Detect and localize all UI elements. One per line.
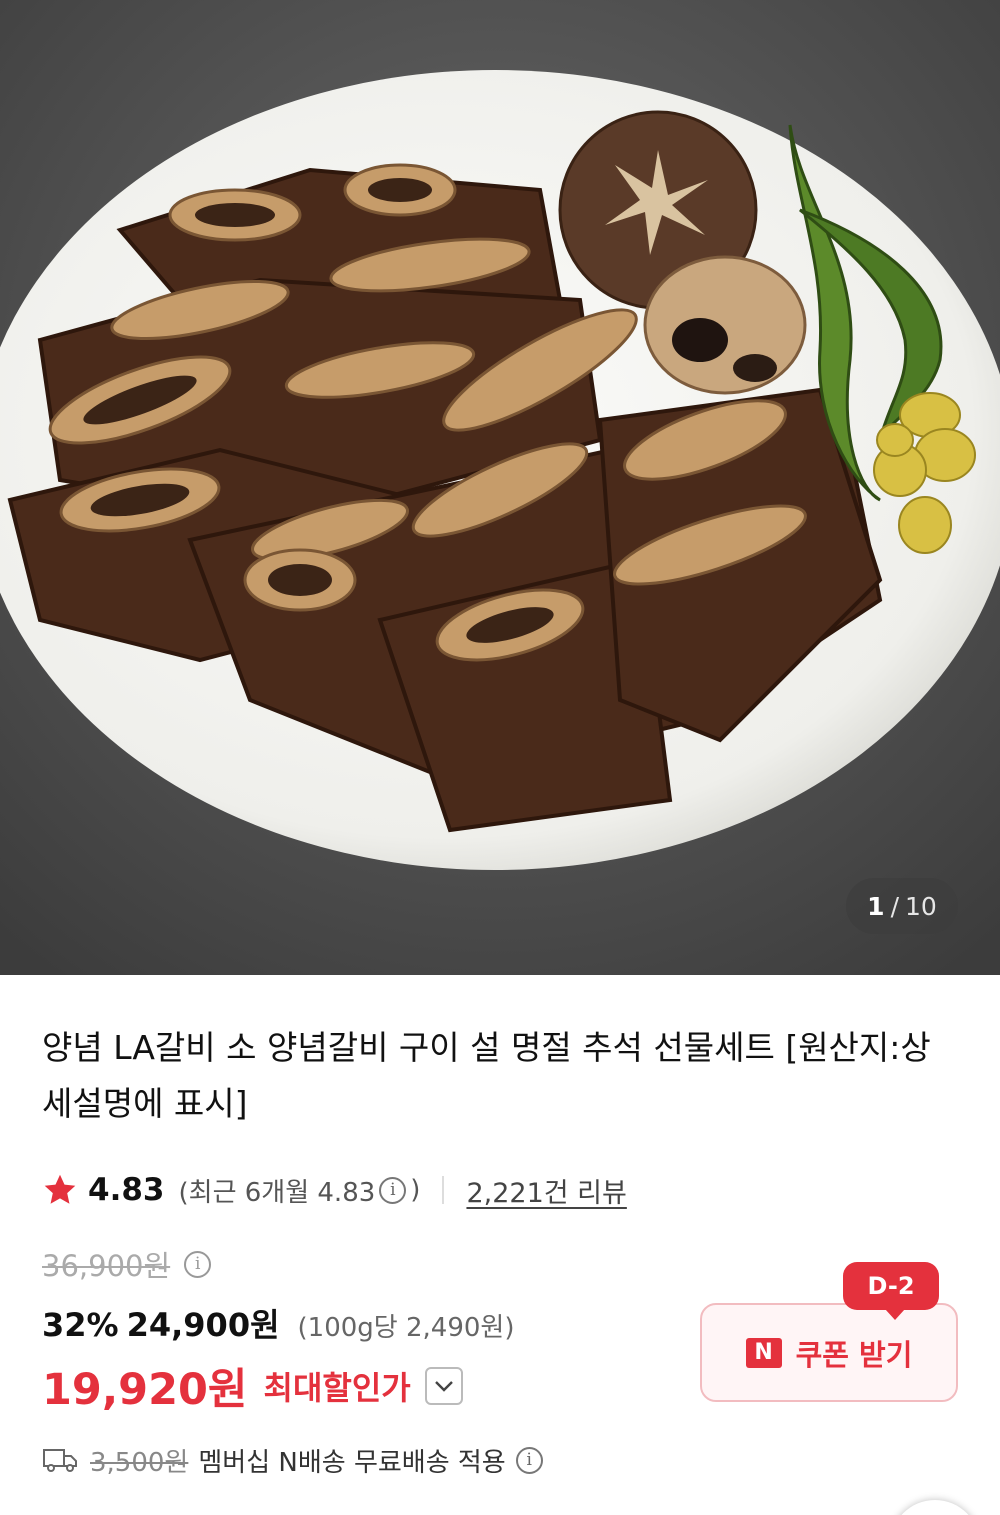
recent-rating-text: (최근 6개월 4.83 (178, 1177, 376, 1208)
truck-icon (43, 1449, 77, 1472)
discount-rate: 32% (42, 1306, 119, 1344)
shipping-fee: 3,500원 (90, 1447, 189, 1478)
shipping-text: 멤버십 N배송 무료배송 적용 (198, 1447, 506, 1478)
original-price-row: 36,900원 i (42, 1244, 215, 1284)
sale-price-row: 32% 24,900원 (100g당 2,490원) (42, 1300, 515, 1346)
best-price-row: 19,920원 최대할인가 (42, 1356, 463, 1416)
recent-rating-close: ) (410, 1175, 421, 1205)
best-price: 19,920원 (42, 1365, 248, 1415)
product-title: 양념 LA갈비 소 양념갈비 구이 설 명절 추석 선물세트 [원산지:상세설명… (42, 1028, 931, 1123)
naver-n-icon: N (745, 1337, 782, 1368)
product-photo (0, 0, 1000, 975)
image-counter-total: 10 (905, 891, 937, 921)
chevron-down-icon (434, 1381, 453, 1392)
image-counter-current: 1 (867, 891, 885, 921)
sale-price: 24,900원 (126, 1306, 280, 1344)
recent-rating: (최근 6개월 4.83 i ) (179, 1172, 421, 1209)
best-price-label: 최대할인가 (263, 1369, 411, 1407)
original-price: 36,900원 (42, 1249, 171, 1283)
unit-price: (100g당 2,490원) (297, 1313, 515, 1343)
shipping-row: 3,500원 멤버십 N배송 무료배송 적용 i (42, 1440, 547, 1480)
star-icon (44, 1174, 76, 1204)
divider (442, 1176, 445, 1204)
info-icon[interactable]: i (515, 1446, 543, 1474)
rating-row: 4.83 (최근 6개월 4.83 i ) 2,221건 리뷰 (42, 1168, 627, 1212)
product-image[interactable]: 1 / 10 (0, 0, 1000, 975)
rating-score: 4.83 (88, 1172, 165, 1208)
reviews-link[interactable]: 2,221건 리뷰 (466, 1171, 626, 1210)
info-icon[interactable]: i (184, 1250, 212, 1278)
coupon-label: 쿠폰 받기 (795, 1337, 913, 1372)
image-counter: 1 / 10 (846, 878, 958, 934)
info-icon[interactable]: i (379, 1176, 407, 1204)
floating-button[interactable] (890, 1500, 980, 1515)
best-price-toggle[interactable] (424, 1367, 463, 1405)
image-counter-separator: / (890, 891, 900, 921)
coupon-button[interactable]: N 쿠폰 받기 (700, 1303, 958, 1402)
coupon-dday-badge: D-2 (843, 1262, 939, 1320)
